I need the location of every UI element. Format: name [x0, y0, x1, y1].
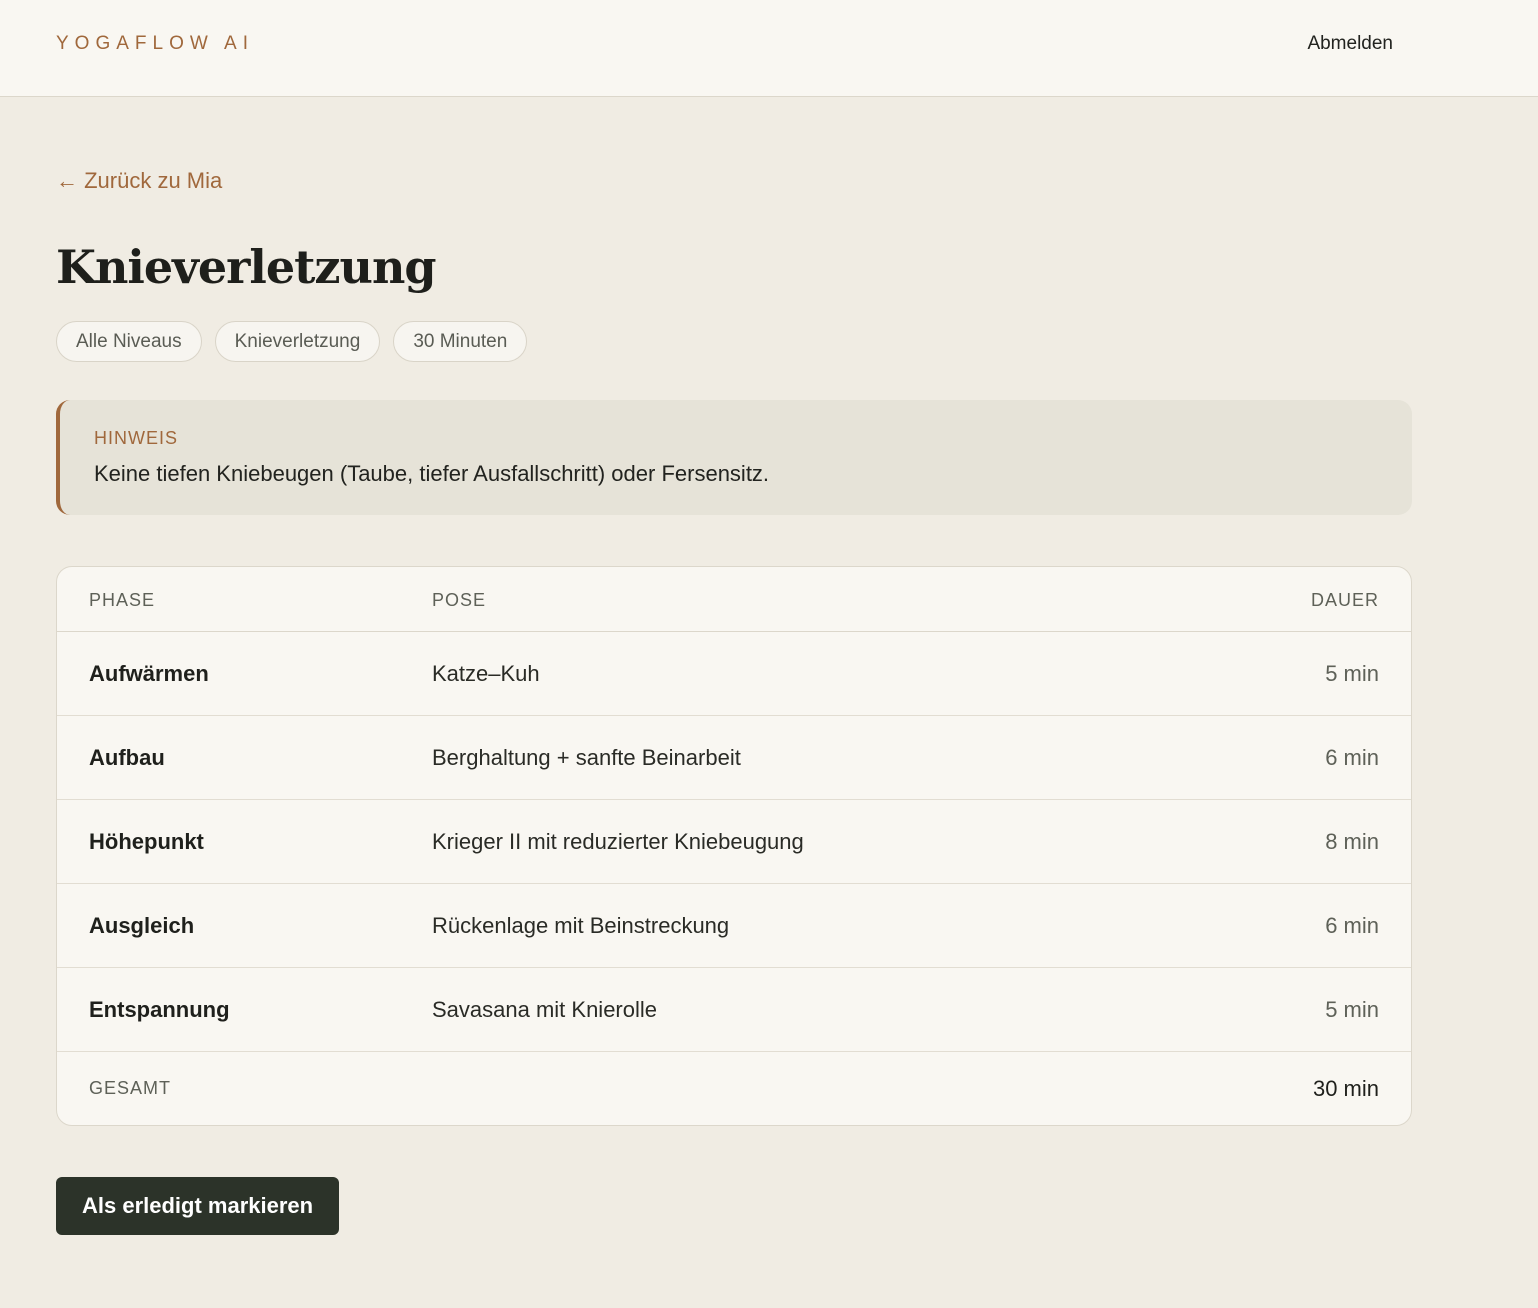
total-label: GESAMT — [89, 1078, 172, 1098]
tag-duration: 30 Minuten — [393, 321, 528, 362]
logout-link[interactable]: Abmelden — [1307, 33, 1393, 55]
row-duration: 5 min — [1325, 997, 1379, 1022]
session-plan-table: PHASE POSE DAUER Aufwärmen Katze–Kuh 5 m… — [56, 566, 1412, 1126]
row-pose: Rückenlage mit Beinstreckung — [432, 913, 730, 938]
row-pose: Krieger II mit reduzierter Kniebeugung — [432, 829, 804, 854]
page-title: Knieverletzung — [56, 240, 437, 294]
brand-logo: YOGAFLOW AI — [56, 33, 254, 54]
back-link[interactable]: ← Zurück zu Mia — [56, 168, 222, 194]
table-row: Ausgleich Rückenlage mit Beinstreckung 6… — [57, 884, 1411, 968]
row-duration: 8 min — [1325, 829, 1379, 854]
table-footer: GESAMT 30 min — [57, 1053, 1411, 1125]
tag-level: Alle Niveaus — [56, 321, 202, 362]
row-pose: Berghaltung + sanfte Beinarbeit — [432, 745, 741, 770]
column-header-duration: DAUER — [1310, 590, 1379, 610]
table-row: Aufbau Berghaltung + sanfte Beinarbeit 6… — [57, 716, 1411, 800]
notice-text: Keine tiefen Kniebeugen (Taube, tiefer A… — [94, 461, 770, 486]
row-duration: 5 min — [1325, 661, 1379, 686]
total-value: 30 min — [1312, 1076, 1379, 1101]
row-phase: Aufbau — [89, 745, 165, 770]
column-header-pose: POSE — [432, 590, 487, 610]
table-body: Aufwärmen Katze–Kuh 5 min Aufbau Berghal… — [57, 632, 1411, 1052]
table-row: Entspannung Savasana mit Knierolle 5 min — [57, 968, 1411, 1052]
row-pose: Katze–Kuh — [432, 661, 540, 686]
row-pose: Savasana mit Knierolle — [432, 997, 658, 1022]
notice-label: HINWEIS — [94, 428, 179, 448]
table-row: Höhepunkt Krieger II mit reduzierter Kni… — [57, 800, 1411, 884]
tag-focus: Knieverletzung — [214, 321, 381, 362]
table-header: PHASE POSE DAUER — [57, 567, 1411, 632]
notice-box: HINWEIS Keine tiefen Kniebeugen (Taube, … — [56, 400, 1412, 515]
tag-list: Alle Niveaus Knieverletzung 30 Minuten — [56, 321, 528, 362]
column-header-phase: PHASE — [89, 590, 156, 610]
row-phase: Höhepunkt — [89, 829, 204, 854]
row-duration: 6 min — [1325, 745, 1379, 770]
row-phase: Ausgleich — [89, 913, 195, 938]
row-phase: Aufwärmen — [89, 661, 209, 686]
row-phase: Entspannung — [89, 997, 230, 1022]
mark-done-button[interactable]: Als erledigt markieren — [56, 1177, 340, 1235]
table-row: Aufwärmen Katze–Kuh 5 min — [57, 632, 1411, 716]
top-bar: YOGAFLOW AI Abmelden — [0, 0, 1538, 97]
row-duration: 6 min — [1325, 913, 1379, 938]
